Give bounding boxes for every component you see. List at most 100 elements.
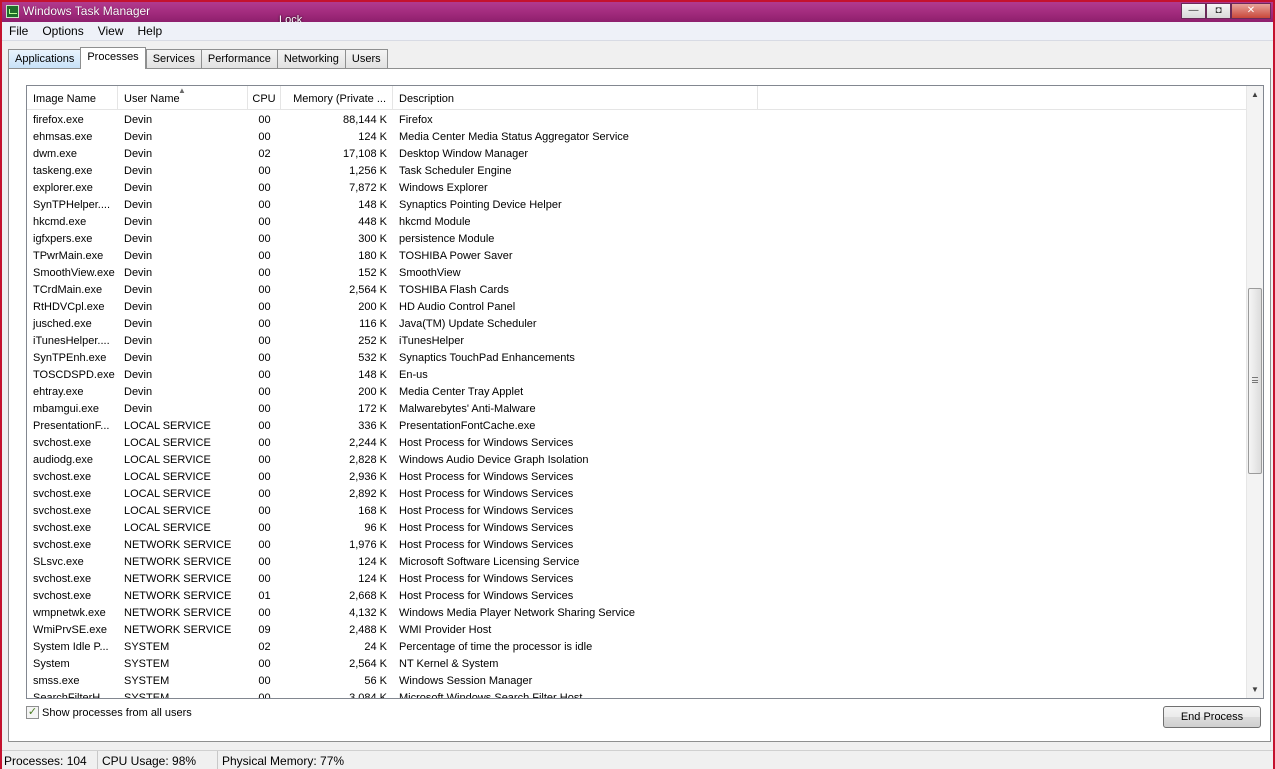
cell-image-name: System Idle P...: [33, 641, 109, 653]
cell-memory: 124 K: [358, 556, 387, 568]
table-row[interactable]: igfxpers.exe Devin 00 300 K persistence Modu…: [27, 231, 1247, 248]
cell-memory: 2,488 K: [349, 624, 387, 636]
cell-cpu: 02: [258, 641, 271, 653]
show-all-users-option[interactable]: ✓ Show processes from all users: [26, 706, 192, 719]
cell-memory: 532 K: [358, 352, 387, 364]
table-row[interactable]: taskeng.exe Devin 00 1,256 K Task Scheduler …: [27, 163, 1247, 180]
cell-image-name: firefox.exe: [33, 114, 84, 126]
table-row[interactable]: svchost.exe NETWORK SERVICE 00 1,976 K Host …: [27, 537, 1247, 554]
tab-networking[interactable]: Networking: [276, 49, 345, 69]
table-row[interactable]: dwm.exe Devin 02 17,108 K Desktop Window Man…: [27, 146, 1247, 163]
cell-user-name: Devin: [124, 335, 153, 347]
table-row[interactable]: System SYSTEM 00 2,564 K NT Kernel & System: [27, 656, 1247, 673]
cell-user-name: SYSTEM: [124, 692, 170, 699]
scroll-thumb[interactable]: [1248, 288, 1262, 474]
cell-description: Host Process for Windows Services: [399, 522, 574, 534]
menu-view[interactable]: View: [91, 22, 131, 40]
table-row[interactable]: smss.exe SYSTEM 00 56 K Windows Session Mana…: [27, 673, 1247, 690]
minimize-button[interactable]: —: [1181, 3, 1206, 19]
cell-user-name: LOCAL SERVICE: [124, 437, 211, 449]
restore-button[interactable]: ◘: [1206, 3, 1231, 19]
table-row[interactable]: svchost.exe NETWORK SERVICE 00 124 K Host Pr…: [27, 571, 1247, 588]
cell-cpu: 00: [258, 199, 271, 211]
cell-image-name: SearchFilterH...: [33, 692, 110, 699]
cell-cpu: 00: [258, 420, 271, 432]
menu-help[interactable]: Help: [131, 22, 170, 40]
cell-description: Host Process for Windows Services: [399, 471, 574, 483]
tab-performance[interactable]: Performance: [200, 49, 277, 69]
cell-cpu: 00: [258, 369, 271, 381]
cell-cpu: 02: [258, 148, 271, 160]
table-row[interactable]: mbamgui.exe Devin 00 172 K Malwarebytes' Ant…: [27, 401, 1247, 418]
table-row[interactable]: explorer.exe Devin 00 7,872 K Windows Explor…: [27, 180, 1247, 197]
cell-user-name: Devin: [124, 165, 153, 177]
cell-description: Firefox: [399, 114, 433, 126]
menu-options[interactable]: Options: [35, 22, 90, 40]
vertical-scrollbar[interactable]: ▲ ▼: [1246, 86, 1263, 698]
close-button[interactable]: ✕: [1231, 3, 1271, 19]
table-row[interactable]: audiodg.exe LOCAL SERVICE 00 2,828 K Windows…: [27, 452, 1247, 469]
scroll-down-arrow-icon[interactable]: ▼: [1247, 681, 1263, 698]
table-row[interactable]: SearchFilterH... SYSTEM 00 3,084 K Microsoft…: [27, 690, 1247, 699]
table-row[interactable]: SmoothView.exe Devin 00 152 K SmoothView: [27, 265, 1247, 282]
table-row[interactable]: SynTPHelper.... Devin 00 148 K Synaptics Poi…: [27, 197, 1247, 214]
column-cpu[interactable]: CPU: [248, 86, 281, 110]
process-list[interactable]: Image Name User Name ▲ CPU Memory (Priva…: [26, 85, 1264, 699]
table-row[interactable]: iTunesHelper.... Devin 00 252 K iTunesHelper: [27, 333, 1247, 350]
cell-cpu: 00: [258, 233, 271, 245]
table-row[interactable]: svchost.exe LOCAL SERVICE 00 2,936 K Host Pr…: [27, 469, 1247, 486]
cell-memory: 300 K: [358, 233, 387, 245]
tab-strip: Applications Processes Services Performa…: [8, 47, 388, 69]
cell-user-name: LOCAL SERVICE: [124, 505, 211, 517]
table-row[interactable]: PresentationF... LOCAL SERVICE 00 336 K Pres…: [27, 418, 1247, 435]
table-row[interactable]: svchost.exe NETWORK SERVICE 01 2,668 K Host …: [27, 588, 1247, 605]
cell-user-name: NETWORK SERVICE: [124, 590, 232, 602]
column-user-name[interactable]: User Name ▲: [118, 86, 248, 110]
table-row[interactable]: TPwrMain.exe Devin 00 180 K TOSHIBA Power Sa…: [27, 248, 1247, 265]
cell-image-name: TOSCDSPD.exe: [33, 369, 115, 381]
table-row[interactable]: wmpnetwk.exe NETWORK SERVICE 00 4,132 K Wind…: [27, 605, 1247, 622]
tab-applications[interactable]: Applications: [8, 49, 81, 69]
cell-description: HD Audio Control Panel: [399, 301, 516, 313]
table-row[interactable]: firefox.exe Devin 00 88,144 K Firefox: [27, 112, 1247, 129]
table-row[interactable]: TOSCDSPD.exe Devin 00 148 K En-us: [27, 367, 1247, 384]
table-row[interactable]: TCrdMain.exe Devin 00 2,564 K TOSHIBA Flash …: [27, 282, 1247, 299]
table-row[interactable]: svchost.exe LOCAL SERVICE 00 168 K Host Proc…: [27, 503, 1247, 520]
table-row[interactable]: ehtray.exe Devin 00 200 K Media Center Tray …: [27, 384, 1247, 401]
scroll-up-arrow-icon[interactable]: ▲: [1247, 86, 1263, 103]
column-memory[interactable]: Memory (Private ...: [281, 86, 393, 110]
table-row[interactable]: SynTPEnh.exe Devin 00 532 K Synaptics TouchP…: [27, 350, 1247, 367]
cell-user-name: LOCAL SERVICE: [124, 522, 211, 534]
cell-cpu: 00: [258, 335, 271, 347]
task-manager-window: Windows Task Manager Lock — ◘ ✕ File Opt…: [0, 0, 1275, 769]
column-description[interactable]: Description: [393, 86, 758, 110]
table-row[interactable]: ehmsas.exe Devin 00 124 K Media Center Media…: [27, 129, 1247, 146]
cell-image-name: ehtray.exe: [33, 386, 84, 398]
title-bar[interactable]: Windows Task Manager Lock — ◘ ✕: [2, 2, 1273, 26]
cell-description: TOSHIBA Power Saver: [399, 250, 513, 262]
cell-image-name: hkcmd.exe: [33, 216, 87, 228]
table-row[interactable]: RtHDVCpl.exe Devin 00 200 K HD Audio Control…: [27, 299, 1247, 316]
cell-user-name: SYSTEM: [124, 675, 170, 687]
tab-users[interactable]: Users: [344, 49, 388, 69]
table-row[interactable]: svchost.exe LOCAL SERVICE 00 96 K Host Proce…: [27, 520, 1247, 537]
table-row[interactable]: SLsvc.exe NETWORK SERVICE 00 124 K Microsoft…: [27, 554, 1247, 571]
cell-image-name: explorer.exe: [33, 182, 93, 194]
end-process-button[interactable]: End Process: [1163, 706, 1261, 728]
cell-description: SmoothView: [399, 267, 461, 279]
column-image-name[interactable]: Image Name: [27, 86, 118, 110]
table-row[interactable]: System Idle P... SYSTEM 02 24 K Percentage o…: [27, 639, 1247, 656]
table-row[interactable]: svchost.exe LOCAL SERVICE 00 2,892 K Host Pr…: [27, 486, 1247, 503]
table-row[interactable]: hkcmd.exe Devin 00 448 K hkcmd Module: [27, 214, 1247, 231]
cell-image-name: ehmsas.exe: [33, 131, 93, 143]
table-row[interactable]: jusched.exe Devin 00 116 K Java(TM) Update S…: [27, 316, 1247, 333]
tab-services[interactable]: Services: [145, 49, 201, 69]
cell-image-name: SynTPEnh.exe: [33, 352, 107, 364]
menu-file[interactable]: File: [2, 22, 35, 40]
cell-user-name: Devin: [124, 301, 153, 313]
tab-processes[interactable]: Processes: [80, 47, 146, 69]
show-all-users-checkbox[interactable]: ✓: [26, 706, 39, 719]
cell-user-name: LOCAL SERVICE: [124, 488, 211, 500]
table-row[interactable]: svchost.exe LOCAL SERVICE 00 2,244 K Host Pr…: [27, 435, 1247, 452]
table-row[interactable]: WmiPrvSE.exe NETWORK SERVICE 09 2,488 K WMI …: [27, 622, 1247, 639]
